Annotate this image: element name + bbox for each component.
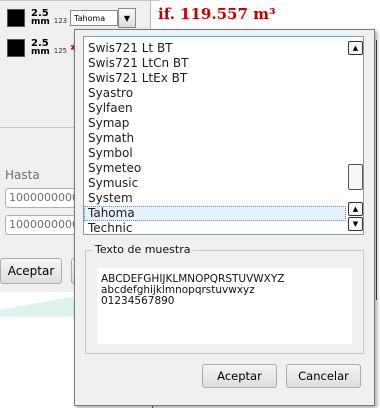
list-item[interactable]: Sylfaen xyxy=(84,101,346,116)
font-size-value: 125 xyxy=(53,47,68,55)
font-picker-dialog: Swis721 Lt BT Swis721 LtCn BT Swis721 Lt… xyxy=(74,29,375,406)
list-item[interactable]: Symath xyxy=(84,131,346,146)
hasta-label: Hasta xyxy=(5,168,40,182)
list-item[interactable]: Swis721 Lt BT xyxy=(84,41,346,56)
font-size-value: 123 xyxy=(53,17,68,25)
font-combo-dropdown-button[interactable]: ▼ xyxy=(118,8,136,28)
list-item[interactable]: Symeteo xyxy=(84,161,346,176)
list-item[interactable]: Technic xyxy=(84,221,346,234)
list-item[interactable]: Symusic xyxy=(84,176,346,191)
color-swatch[interactable] xyxy=(7,39,25,57)
line-width: 2.5 mm xyxy=(31,38,50,57)
color-swatch[interactable] xyxy=(7,9,25,27)
sample-text-label: Texto de muestra xyxy=(92,243,194,256)
line-style-row-1[interactable]: 2.5mm 123 ✱ xyxy=(7,7,79,29)
font-list-items: Swis721 Lt BT Swis721 LtCn BT Swis721 Lt… xyxy=(84,41,346,234)
canvas-region xyxy=(0,289,82,317)
chevron-up-icon: ▲ xyxy=(352,205,359,213)
accept-button[interactable]: Aceptar xyxy=(202,364,277,388)
list-item[interactable]: System xyxy=(84,191,346,206)
font-combo[interactable]: Tahoma xyxy=(70,10,118,26)
background-accept-button[interactable]: Aceptar xyxy=(0,258,62,284)
scroll-thumb[interactable] xyxy=(348,164,363,190)
scroll-up-button-lower[interactable]: ▲ xyxy=(348,202,363,216)
hasta-field-1[interactable]: 1000000000000 xyxy=(5,188,85,208)
line-style-row-2[interactable]: 2.5mm 125 ✱ xyxy=(7,37,79,59)
volume-header: if. 119.557 m³ xyxy=(158,5,276,23)
list-item[interactable]: Swis721 LtEx BT xyxy=(84,71,346,86)
list-item[interactable]: Symap xyxy=(84,116,346,131)
font-list-scrollbar[interactable]: ▲ ▲ ▼ xyxy=(347,37,363,234)
scroll-down-button[interactable]: ▼ xyxy=(348,217,363,231)
panel-top-border xyxy=(0,0,160,1)
canvas-line-right xyxy=(376,40,377,300)
font-list[interactable]: Swis721 Lt BT Swis721 LtCn BT Swis721 Lt… xyxy=(83,36,364,235)
list-item-selected[interactable]: Tahoma xyxy=(84,206,346,221)
cancel-button[interactable]: Cancelar xyxy=(286,364,361,388)
hasta-field-2[interactable]: 1000000000000 xyxy=(5,215,85,235)
chevron-down-icon: ▼ xyxy=(123,14,131,23)
sample-text-preview: ABCDEFGHIJKLMNOPQRSTUVWXYZ abcdefghijklm… xyxy=(97,268,352,344)
list-item[interactable]: Syastro xyxy=(84,86,346,101)
list-item[interactable]: Symbol xyxy=(84,146,346,161)
sample-digits: 01234567890 xyxy=(101,295,175,307)
chevron-down-icon: ▼ xyxy=(352,220,359,228)
list-item[interactable]: Swis721 LtCn BT xyxy=(84,56,346,71)
sample-text-group: Texto de muestra ABCDEFGHIJKLMNOPQRSTUVW… xyxy=(85,243,364,354)
scroll-up-button[interactable]: ▲ xyxy=(348,41,363,55)
chevron-up-icon: ▲ xyxy=(352,44,359,52)
line-width: 2.5 mm xyxy=(31,8,50,27)
